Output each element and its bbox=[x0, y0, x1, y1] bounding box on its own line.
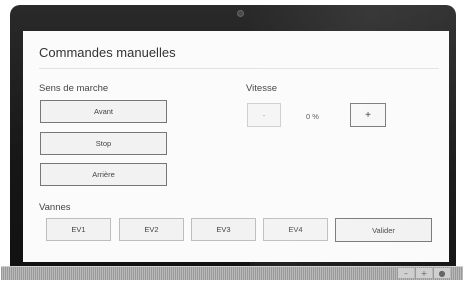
app-window: Commandes manuelles Sens de marche Avant… bbox=[23, 31, 449, 262]
reverse-button[interactable]: Arrière bbox=[40, 163, 167, 186]
valve-ev3-button[interactable]: EV3 bbox=[191, 218, 256, 241]
speed-value: 0 % bbox=[306, 112, 319, 121]
stop-button[interactable]: Stop bbox=[40, 132, 167, 155]
validate-button[interactable]: Valider bbox=[335, 218, 432, 242]
speed-label: Vitesse bbox=[246, 83, 277, 94]
maximize-icon[interactable]: + bbox=[416, 268, 432, 278]
webcam-icon bbox=[237, 10, 244, 17]
direction-label: Sens de marche bbox=[39, 83, 109, 94]
valve-ev4-button[interactable]: EV4 bbox=[263, 218, 328, 241]
speed-decrease-button[interactable]: - bbox=[247, 103, 281, 127]
speed-increase-button[interactable]: + bbox=[350, 103, 386, 127]
page-title: Commandes manuelles bbox=[39, 45, 176, 60]
close-icon[interactable]: ● bbox=[434, 268, 450, 278]
title-divider bbox=[39, 68, 439, 69]
valve-ev1-button[interactable]: EV1 bbox=[46, 218, 111, 241]
minimize-icon[interactable]: – bbox=[398, 268, 414, 278]
valves-label: Vannes bbox=[39, 202, 71, 213]
forward-button[interactable]: Avant bbox=[40, 100, 167, 123]
valve-ev2-button[interactable]: EV2 bbox=[119, 218, 184, 241]
taskbar bbox=[1, 266, 463, 280]
